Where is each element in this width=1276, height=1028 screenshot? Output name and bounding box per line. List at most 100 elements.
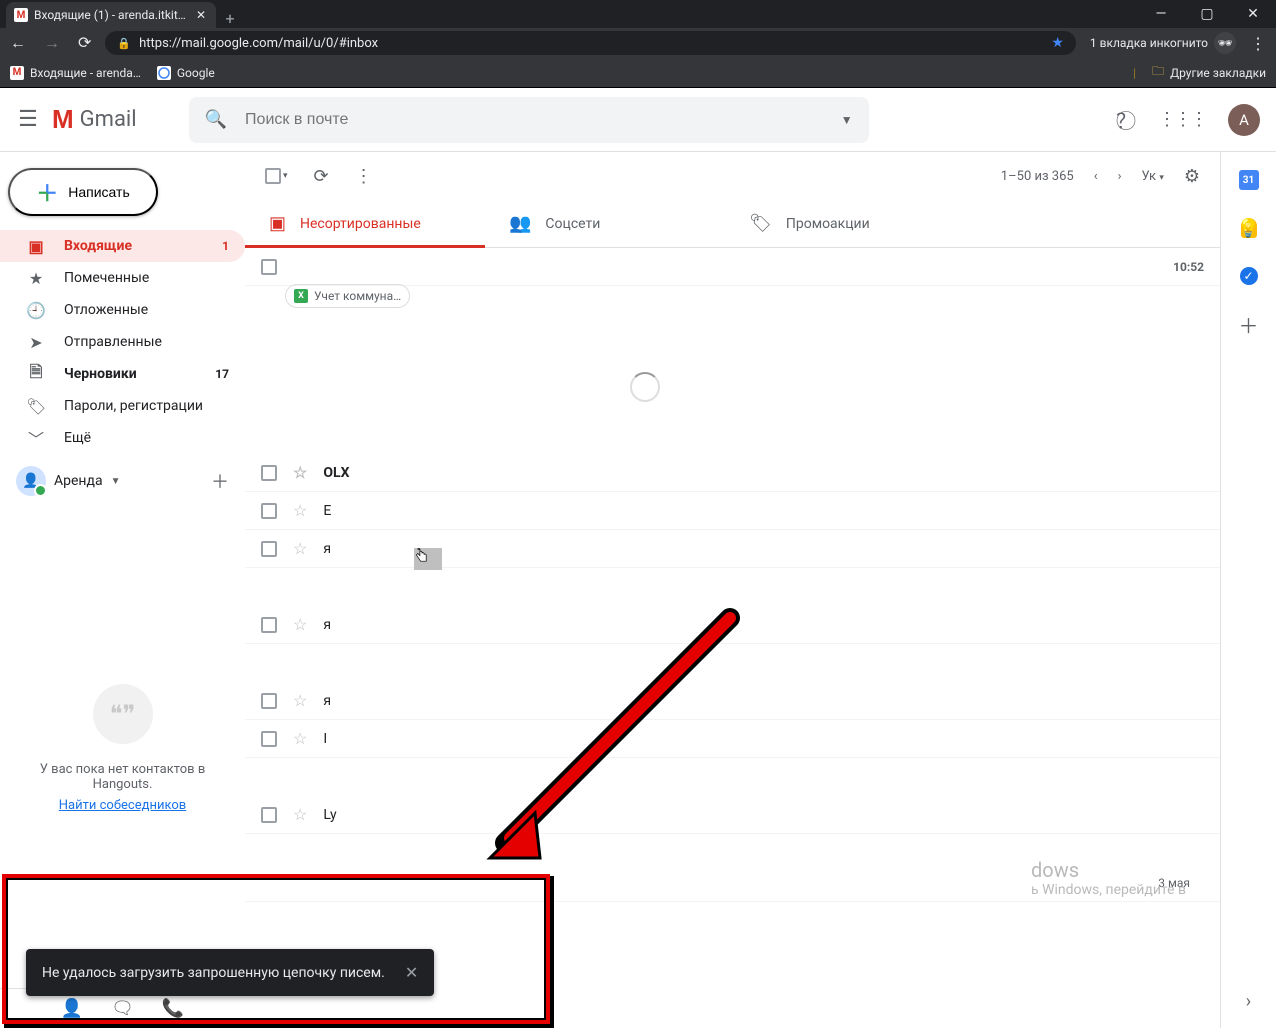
- mail-row[interactable]: ☆ я: [245, 606, 1220, 644]
- row-checkbox[interactable]: [261, 259, 277, 275]
- tab-promotions[interactable]: 🏷 Промоакции: [725, 200, 965, 247]
- other-bookmarks[interactable]: 🗀 Другие закладки: [1152, 62, 1266, 83]
- input-lang[interactable]: Ук ▾: [1142, 169, 1164, 184]
- star-icon[interactable]: ☆: [293, 463, 307, 482]
- select-all-checkbox[interactable]: ▾: [265, 168, 288, 184]
- browser-menu-icon[interactable]: ⋮: [1250, 34, 1266, 53]
- search-options-icon[interactable]: ▼: [841, 113, 853, 127]
- draft-icon: 🗎: [26, 361, 46, 388]
- forward-icon[interactable]: →: [44, 33, 60, 53]
- find-contacts-link[interactable]: Найти собеседников: [59, 798, 186, 813]
- url-bar[interactable]: 🔒 https://mail.google.com/mail/u/0/#inbo…: [105, 31, 1076, 55]
- mail-row[interactable]: ☆ я: [245, 530, 1220, 568]
- help-icon[interactable]: ？⃝: [1116, 105, 1136, 134]
- send-icon: ➤: [26, 333, 46, 352]
- row-checkbox[interactable]: [261, 541, 277, 557]
- add-addon-icon[interactable]: ＋: [1239, 314, 1259, 334]
- tab-social[interactable]: 👥 Соцсети: [485, 200, 725, 247]
- refresh-icon[interactable]: ⟳: [314, 166, 329, 187]
- prev-page-icon[interactable]: ‹: [1094, 169, 1098, 184]
- mail-sender: I: [323, 731, 503, 747]
- compose-button[interactable]: ＋ Написать: [8, 168, 158, 216]
- mail-row[interactable]: 10:52: [245, 248, 1220, 286]
- star-icon[interactable]: ☆: [293, 805, 307, 824]
- keep-icon[interactable]: 💡: [1239, 218, 1259, 238]
- folder-label: Входящие: [64, 238, 204, 254]
- mail-pane: ▾ ⟳ ⋮ 1–50 из 365 ‹ › Ук ▾ ⚙ ▣ Несортиро…: [245, 152, 1220, 1028]
- chevron-down-icon[interactable]: ▼: [111, 476, 121, 487]
- row-checkbox[interactable]: [261, 465, 277, 481]
- incognito-icon[interactable]: 🕶: [1214, 32, 1236, 54]
- collapse-panel-icon[interactable]: ›: [1246, 991, 1251, 1012]
- category-tabs: ▣ Несортированные 👥 Соцсети 🏷 Промоакции: [245, 200, 1220, 248]
- search-input[interactable]: [243, 110, 825, 130]
- mail-sender: я: [323, 541, 503, 557]
- folder-custom-passwords[interactable]: 🏷 Пароли, регистрации: [0, 390, 245, 422]
- folder-sent[interactable]: ➤ Отправленные: [0, 326, 245, 358]
- mail-row[interactable]: артн… 3 мая: [245, 864, 1220, 902]
- mail-row[interactable]: ☆ я: [245, 682, 1220, 720]
- star-icon[interactable]: ☆: [293, 501, 307, 520]
- folder-drafts[interactable]: 🗎 Черновики 17: [0, 358, 245, 390]
- reload-icon[interactable]: ⟳: [78, 33, 91, 53]
- folder-inbox[interactable]: ▣ Входящие 1: [0, 230, 245, 262]
- other-bookmarks-label: Другие закладки: [1170, 66, 1266, 80]
- folder-label: Отложенные: [64, 302, 229, 318]
- back-icon[interactable]: ←: [10, 33, 26, 53]
- app-header: ☰ M Gmail 🔍 ▼ ？⃝ ⋮⋮⋮ А: [0, 88, 1276, 152]
- search-icon[interactable]: 🔍: [205, 109, 227, 130]
- mail-row[interactable]: ☆ OLX: [245, 454, 1220, 492]
- mail-row[interactable]: ☆ E: [245, 492, 1220, 530]
- browser-tab[interactable]: M Входящие (1) - arenda.itkit@gm… ✕: [6, 2, 216, 28]
- bookmark-item[interactable]: Google: [157, 66, 215, 80]
- search-bar[interactable]: 🔍 ▼: [189, 97, 869, 143]
- more-actions-icon[interactable]: ⋮: [355, 166, 373, 187]
- star-icon[interactable]: ☆: [293, 615, 307, 634]
- new-chat-icon[interactable]: ＋: [211, 468, 229, 494]
- main-menu-icon[interactable]: ☰: [16, 107, 40, 132]
- apps-grid-icon[interactable]: ⋮⋮⋮: [1158, 109, 1206, 130]
- bookmark-star-icon[interactable]: ★: [1051, 35, 1064, 51]
- row-checkbox[interactable]: [261, 731, 277, 747]
- folder-snoozed[interactable]: 🕘 Отложенные: [0, 294, 245, 326]
- folder-starred[interactable]: ★ Помеченные: [0, 262, 245, 294]
- row-checkbox[interactable]: [261, 503, 277, 519]
- calendar-icon[interactable]: 31: [1239, 170, 1259, 190]
- folder-list: ▣ Входящие 1 ★ Помеченные 🕘 Отложенные ➤…: [0, 230, 245, 454]
- attachment-chip[interactable]: X Учет коммуна…: [285, 284, 410, 308]
- toast-close-icon[interactable]: ✕: [405, 963, 418, 982]
- row-checkbox[interactable]: [261, 617, 277, 633]
- row-checkbox[interactable]: [261, 693, 277, 709]
- chats-tab-icon[interactable]: 🗨: [111, 998, 134, 1019]
- bookmark-icon: [157, 66, 171, 80]
- tab-close-icon[interactable]: ✕: [194, 8, 208, 22]
- gmail-logo[interactable]: M Gmail: [52, 104, 137, 135]
- folder-more[interactable]: ﹀ Ещё: [0, 422, 245, 454]
- xls-icon: X: [294, 289, 308, 303]
- hangouts-user[interactable]: 👤 Аренда ▼ ＋: [0, 454, 245, 508]
- maximize-icon[interactable]: ▢: [1184, 0, 1230, 28]
- account-avatar[interactable]: А: [1228, 104, 1260, 136]
- mail-row[interactable]: ☆ I: [245, 720, 1220, 758]
- star-icon[interactable]: ☆: [293, 729, 307, 748]
- mail-row[interactable]: ☆ Ly: [245, 796, 1220, 834]
- star-icon[interactable]: ☆: [293, 539, 307, 558]
- tasks-icon[interactable]: ✓: [1239, 266, 1259, 286]
- tab-primary[interactable]: ▣ Несортированные: [245, 200, 485, 247]
- tab-favicon: M: [14, 8, 28, 22]
- settings-gear-icon[interactable]: ⚙: [1184, 166, 1200, 187]
- next-page-icon[interactable]: ›: [1118, 169, 1122, 184]
- bookmark-item[interactable]: M Входящие - arenda…: [10, 66, 141, 80]
- row-checkbox[interactable]: [261, 807, 277, 823]
- star-icon[interactable]: ☆: [293, 691, 307, 710]
- calls-tab-icon[interactable]: 📞: [162, 998, 184, 1019]
- new-tab-button[interactable]: +: [216, 9, 244, 28]
- minimize-icon[interactable]: —: [1138, 0, 1184, 28]
- incognito-text: 1 вкладка инкогнито: [1090, 36, 1208, 50]
- folder-icon: 🗀: [1152, 62, 1164, 83]
- contacts-tab-icon[interactable]: 👤: [61, 998, 83, 1019]
- window-controls: — ▢ ✕: [1138, 0, 1276, 28]
- mail-list[interactable]: 10:52 X Учет коммуна… ☆ OLX ☆ E: [245, 248, 1220, 1028]
- close-window-icon[interactable]: ✕: [1230, 0, 1276, 28]
- mail-time: 10:52: [1173, 260, 1204, 274]
